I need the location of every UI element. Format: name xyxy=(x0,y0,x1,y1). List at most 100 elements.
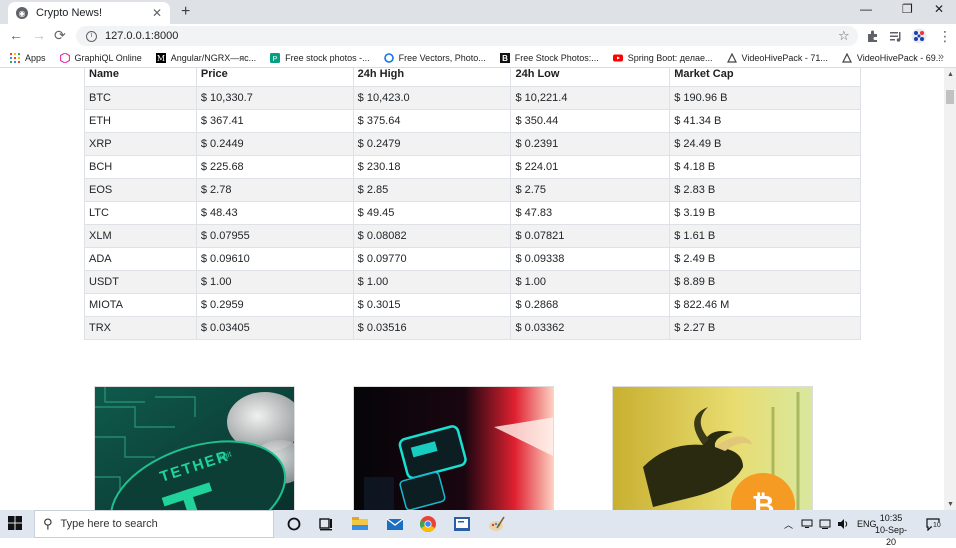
bookmark-free-stock-photos-b[interactable]: B Free Stock Photos:... xyxy=(499,52,599,63)
notification-count: 10 xyxy=(932,522,942,529)
column-header-market-cap: Market Cap xyxy=(669,68,861,86)
cell-24h-low: $ 0.2391 xyxy=(510,131,671,155)
page-viewport: Name Price 24h High 24h Low Market Cap B… xyxy=(0,68,944,510)
window-close-button[interactable]: ✕ xyxy=(934,2,944,16)
svg-text:M: M xyxy=(157,54,165,63)
table-body: BTC $ 10,330.7 $ 10,423.0 $ 10,221.4 $ 190.9… xyxy=(84,85,861,340)
bookmark-free-stock-photos[interactable]: P Free stock photos -... xyxy=(270,52,370,63)
bookmark-apps[interactable]: Apps xyxy=(10,52,46,63)
crypto-price-table: Name Price 24h High 24h Low Market Cap B… xyxy=(84,68,861,340)
cell-market-cap: $ 4.18 B xyxy=(669,154,861,178)
table-row: XLM $ 0.07955 $ 0.08082 $ 0.07821 $ 1.61 B xyxy=(84,223,861,247)
scroll-up-arrow-icon[interactable]: ▲ xyxy=(947,71,954,78)
new-tab-button[interactable]: + xyxy=(181,3,190,21)
search-placeholder: Type here to search xyxy=(60,518,158,530)
news-card-neon[interactable] xyxy=(353,386,554,510)
ide-app-icon[interactable] xyxy=(452,514,472,534)
cell-name: MIOTA xyxy=(84,292,197,316)
cell-24h-high: $ 10,423.0 xyxy=(353,85,512,109)
extensions-puzzle-icon[interactable] xyxy=(866,29,880,43)
tab-strip: ◉ Crypto News! ✕ + — ❐ ✕ xyxy=(0,0,956,24)
cell-price: $ 48.43 xyxy=(196,200,354,224)
apps-grid-icon xyxy=(10,52,20,63)
column-header-name: Name xyxy=(84,68,197,86)
address-bar[interactable]: i 127.0.0.1:8000 xyxy=(76,26,858,46)
tab-close-icon[interactable]: ✕ xyxy=(152,6,162,20)
scroll-down-arrow-icon[interactable]: ▼ xyxy=(947,501,954,508)
scrollbar-thumb[interactable] xyxy=(946,90,954,104)
page-scrollbar[interactable]: ▲ ▼ xyxy=(944,68,956,510)
table-row: LTC $ 48.43 $ 49.45 $ 47.83 $ 3.19 B xyxy=(84,200,861,224)
cell-name: XRP xyxy=(84,131,197,155)
url-text: 127.0.0.1:8000 xyxy=(105,30,179,42)
network-icon[interactable] xyxy=(801,518,813,530)
cell-price: $ 10,330.7 xyxy=(196,85,354,109)
windows-start-icon[interactable] xyxy=(8,516,22,530)
mail-icon[interactable] xyxy=(385,514,405,534)
cell-price: $ 0.2959 xyxy=(196,292,354,316)
cell-24h-high: $ 2.85 xyxy=(353,177,512,201)
cortana-icon[interactable] xyxy=(284,514,304,534)
system-clock[interactable]: 10:35 10-Sep-20 xyxy=(874,512,908,548)
paint-app-icon[interactable] xyxy=(486,514,506,534)
chrome-icon[interactable] xyxy=(418,514,438,534)
taskbar-search-box[interactable]: ⚲ Type here to search xyxy=(34,510,274,538)
minimize-button[interactable]: — xyxy=(860,2,872,16)
media-queue-icon[interactable] xyxy=(889,29,903,43)
cell-24h-high: $ 0.3015 xyxy=(353,292,512,316)
back-arrow-icon[interactable]: ← xyxy=(9,27,23,43)
maximize-button[interactable]: ❐ xyxy=(902,2,913,16)
cell-name: USDT xyxy=(84,269,197,293)
cell-24h-high: $ 0.03516 xyxy=(353,315,512,340)
medium-icon: M xyxy=(155,52,166,63)
bookmark-star-icon[interactable]: ☆ xyxy=(838,28,850,44)
column-header-24h-high: 24h High xyxy=(353,68,512,86)
bookmark-graphiql[interactable]: GraphiQL Online xyxy=(59,52,142,63)
bookmark-angular-ngrx[interactable]: M Angular/NGRX—яс... xyxy=(155,52,256,63)
youtube-icon xyxy=(612,54,623,61)
cell-24h-high: $ 0.09770 xyxy=(353,246,512,270)
cell-name: BTC xyxy=(84,85,197,109)
bookmark-free-vectors[interactable]: Free Vectors, Photo... xyxy=(383,52,486,63)
news-card-tether[interactable]: TETHER digit xyxy=(94,386,295,510)
display-icon[interactable] xyxy=(819,518,831,530)
speaker-icon[interactable] xyxy=(837,518,849,530)
profile-avatar-icon[interactable] xyxy=(911,28,927,44)
videohive-icon xyxy=(726,52,737,63)
bookmark-label: VideoHivePack - 69... xyxy=(856,52,944,63)
videohive-icon xyxy=(841,52,852,63)
bookmark-label: VideoHivePack - 71... xyxy=(741,52,828,63)
bookmark-videohivepack-71[interactable]: VideoHivePack - 71... xyxy=(726,52,828,63)
cell-market-cap: $ 2.49 B xyxy=(669,246,861,270)
bookmark-spring-boot[interactable]: Spring Boot: делае... xyxy=(612,53,713,63)
cell-24h-low: $ 1.00 xyxy=(510,269,671,293)
cell-24h-low: $ 0.07821 xyxy=(510,223,671,247)
bookmark-label: GraphiQL Online xyxy=(74,52,142,63)
tab-crypto-news[interactable]: ◉ Crypto News! ✕ xyxy=(8,2,170,24)
task-view-icon[interactable] xyxy=(316,514,336,534)
forward-arrow-icon[interactable]: → xyxy=(32,27,46,43)
pexels-icon: P xyxy=(270,52,281,63)
chrome-menu-icon[interactable]: ⋮ xyxy=(938,28,952,45)
neon-robot-image xyxy=(354,387,553,510)
cell-price: $ 225.68 xyxy=(196,154,354,178)
column-header-24h-low: 24h Low xyxy=(510,68,671,86)
cell-price: $ 367.41 xyxy=(196,108,354,132)
tab-title: Crypto News! xyxy=(36,7,103,19)
cell-24h-high: $ 0.08082 xyxy=(353,223,512,247)
cell-24h-high: $ 49.45 xyxy=(353,200,512,224)
bookmarks-overflow-button[interactable]: » xyxy=(938,51,944,63)
notifications-button[interactable]: 10 xyxy=(926,517,942,532)
table-row: EOS $ 2.78 $ 2.85 $ 2.75 $ 2.83 B xyxy=(84,177,861,201)
freepik-icon xyxy=(383,52,394,63)
file-explorer-icon[interactable] xyxy=(350,514,370,534)
info-icon[interactable]: i xyxy=(86,30,97,42)
chevron-up-icon[interactable]: ︿ xyxy=(784,518,793,531)
cell-market-cap: $ 2.27 B xyxy=(669,315,861,340)
reload-icon[interactable]: ⟳ xyxy=(54,27,66,44)
bookmark-label: Free Stock Photos:... xyxy=(514,52,599,63)
bookmark-videohivepack-69[interactable]: VideoHivePack - 69... xyxy=(841,52,944,63)
bookmark-label: Apps xyxy=(25,52,46,63)
news-card-bull[interactable]: ₿ xyxy=(612,386,813,510)
search-icon: ⚲ xyxy=(43,516,53,531)
